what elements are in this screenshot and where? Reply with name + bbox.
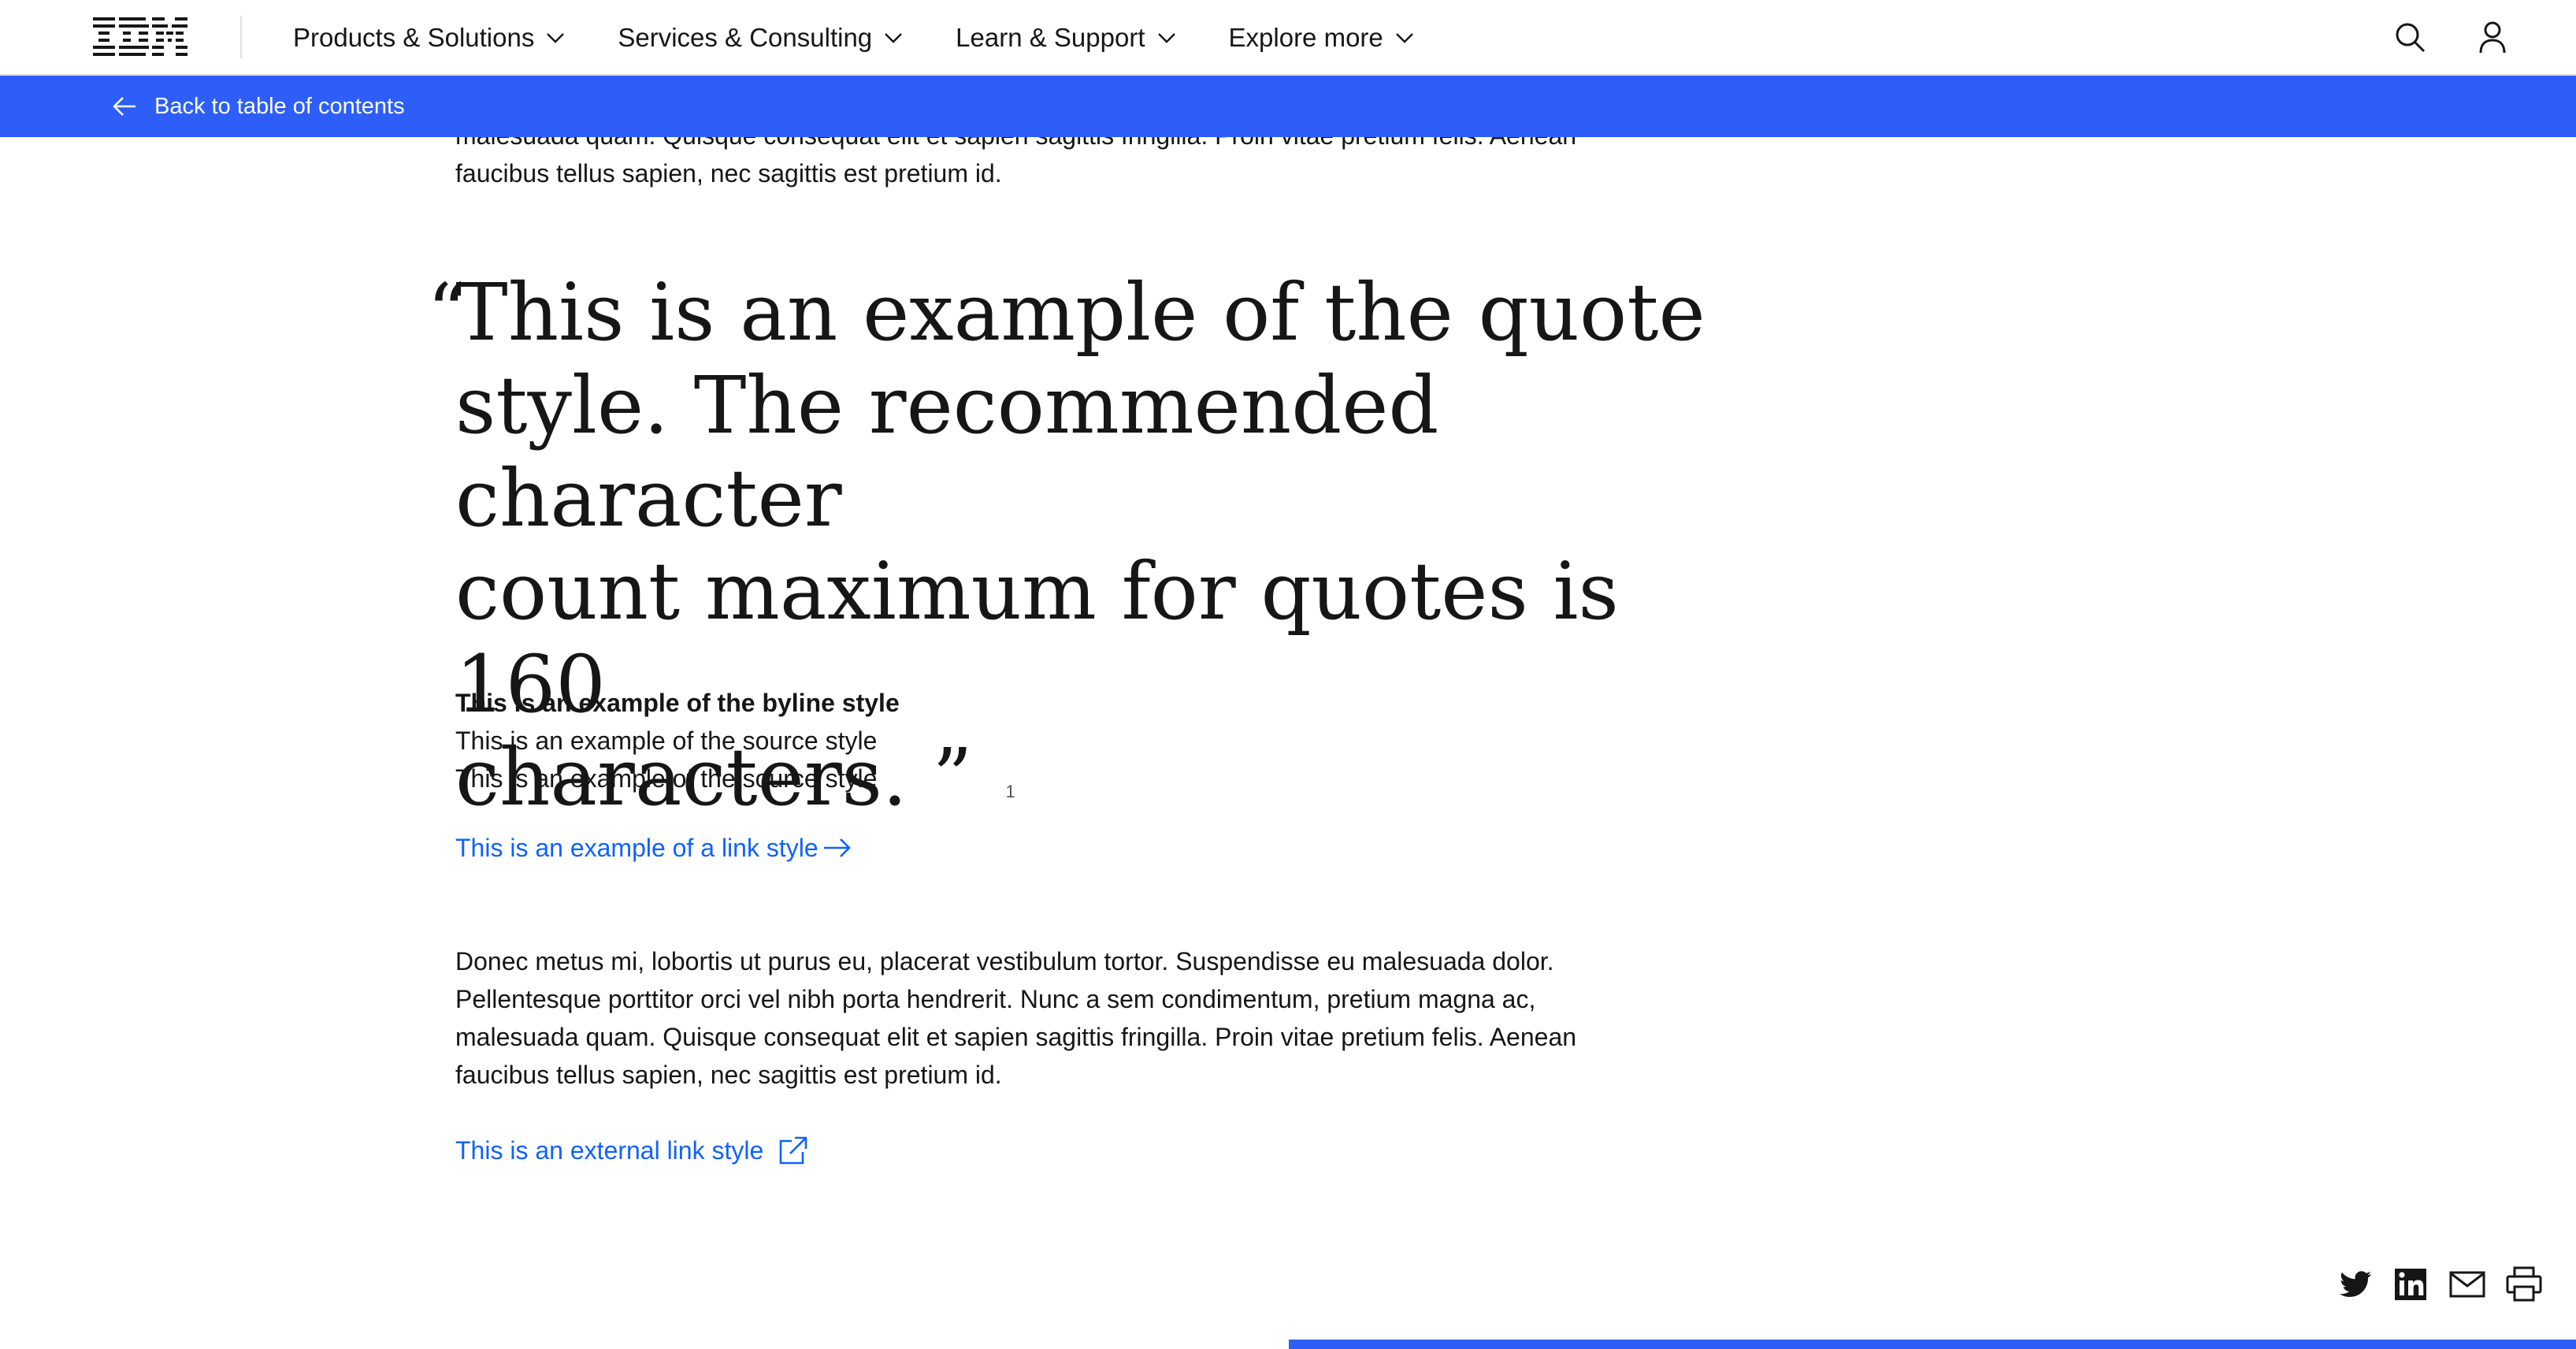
arrow-right-icon	[823, 838, 851, 857]
source-line: This is an example of the source style	[455, 727, 878, 755]
quote-close-mark: ”	[932, 731, 973, 823]
link-label: This is an example of a link style	[455, 834, 818, 862]
quote-line: style. The recommended character	[455, 359, 1439, 544]
nav-label: Products & Solutions	[293, 23, 535, 52]
user-icon[interactable]	[2474, 19, 2511, 57]
nav-label: Learn & Support	[956, 23, 1145, 52]
chevron-down-icon	[1157, 33, 1175, 43]
chevron-down-icon	[885, 33, 903, 43]
email-icon[interactable]	[2448, 1265, 2486, 1303]
paragraph-line: Donec metus mi, lobortis ut purus eu, pl…	[455, 947, 1554, 976]
search-icon[interactable]	[2392, 19, 2429, 57]
body-paragraph: Donec metus mi, lobortis ut purus eu, pl…	[455, 942, 1684, 1094]
reading-progress-bar	[1289, 1340, 2576, 1349]
main-nav: Products & Solutions Services & Consulti…	[293, 0, 1467, 76]
twitter-icon[interactable]	[2337, 1265, 2374, 1303]
nav-label: Services & Consulting	[618, 23, 873, 52]
quote-open-mark: “	[427, 266, 468, 359]
paragraph-line: malesuada quam. Quisque consequat elit e…	[455, 137, 1684, 154]
nav-services-consulting[interactable]: Services & Consulting	[618, 23, 904, 53]
ibm-logo[interactable]	[93, 17, 187, 57]
footnote-marker[interactable]: 1	[1005, 782, 1015, 801]
partial-paragraph-region: malesuada quam. Quisque consequat elit e…	[0, 137, 2576, 200]
back-to-toc-link[interactable]: Back to table of contents	[110, 76, 405, 137]
back-link-label: Back to table of contents	[154, 93, 405, 119]
launch-icon	[779, 1136, 807, 1165]
logo-divider	[240, 16, 242, 58]
linkedin-icon[interactable]	[2392, 1265, 2429, 1303]
external-link[interactable]: This is an external link style	[455, 1132, 822, 1169]
chevron-down-icon	[547, 33, 565, 43]
masthead: Products & Solutions Services & Consulti…	[0, 0, 2576, 76]
nav-learn-support[interactable]: Learn & Support	[956, 23, 1176, 53]
link-label: This is an external link style	[455, 1136, 764, 1165]
paragraph-line: faucibus tellus sapien, nec sagittis est…	[455, 159, 1002, 188]
paragraph-line: Pellentesque porttitor orci vel nibh por…	[455, 985, 1536, 1013]
back-bar: Back to table of contents	[0, 76, 2576, 137]
quote-line: This is an example of the quote	[455, 266, 1706, 359]
nav-products-solutions[interactable]: Products & Solutions	[293, 23, 566, 53]
nav-label: Explore more	[1228, 23, 1383, 52]
chevron-down-icon	[1395, 33, 1413, 43]
print-icon[interactable]	[2505, 1265, 2543, 1303]
paragraph-line: malesuada quam. Quisque consequat elit e…	[455, 1023, 1577, 1051]
source-line: This is an example of the source style	[455, 764, 878, 793]
paragraph-line: faucibus tellus sapien, nec sagittis est…	[455, 1061, 1002, 1089]
example-link[interactable]: This is an example of a link style	[455, 829, 853, 867]
nav-explore-more[interactable]: Explore more	[1229, 23, 1415, 53]
byline: This is an example of the byline style	[455, 689, 900, 717]
arrow-left-icon	[113, 97, 135, 116]
